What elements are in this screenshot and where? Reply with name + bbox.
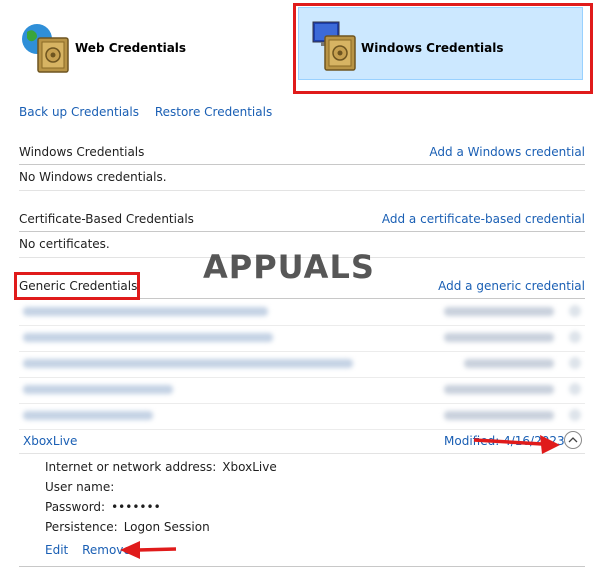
red-arrow-icon (120, 541, 177, 559)
username-line: User name: (45, 480, 120, 494)
windows-credentials-empty: No Windows credentials. (19, 166, 585, 191)
password-value: ••••••• (111, 500, 161, 514)
credential-row-redacted[interactable] (19, 351, 585, 378)
tab-windows-credentials-label: Windows Credentials (361, 41, 504, 55)
empty-text: No Windows credentials. (19, 170, 167, 184)
section-certificate-credentials: Certificate-Based Credentials Add a cert… (19, 209, 585, 232)
address-value: XboxLive (222, 460, 277, 474)
credential-row-redacted[interactable] (19, 299, 585, 326)
section-generic-credentials: Generic Credentials Add a generic creden… (19, 276, 585, 299)
section-title: Certificate-Based Credentials (19, 212, 194, 226)
monitor-vault-icon (312, 21, 356, 71)
add-windows-credential-link[interactable]: Add a Windows credential (429, 145, 585, 159)
add-generic-credential-link[interactable]: Add a generic credential (438, 279, 585, 293)
credential-row-redacted[interactable] (19, 403, 585, 430)
collapse-button[interactable] (564, 431, 582, 449)
section-windows-credentials: Windows Credentials Add a Windows creden… (19, 142, 585, 165)
section-title: Windows Credentials (19, 145, 145, 159)
credential-row-redacted[interactable] (19, 325, 585, 352)
tab-windows-credentials[interactable]: Windows Credentials (298, 7, 583, 80)
tab-web-credentials-label: Web Credentials (75, 41, 187, 55)
edit-link[interactable]: Edit (45, 543, 68, 557)
chevron-up-icon (568, 437, 578, 443)
section-title: Generic Credentials (19, 279, 138, 293)
persistence-label: Persistence: (45, 520, 118, 534)
username-label: User name: (45, 480, 115, 494)
restore-credentials-link[interactable]: Restore Credentials (155, 105, 272, 119)
add-certificate-credential-link[interactable]: Add a certificate-based credential (382, 212, 585, 226)
credential-row-redacted[interactable] (19, 377, 585, 404)
persistence-value: Logon Session (123, 520, 210, 534)
backup-restore-links: Back up Credentials Restore Credentials (19, 105, 284, 119)
tab-web-credentials[interactable]: Web Credentials (18, 18, 268, 80)
backup-credentials-link[interactable]: Back up Credentials (19, 105, 139, 119)
persistence-line: Persistence: Logon Session (45, 520, 210, 534)
empty-text: No certificates. (19, 237, 110, 251)
password-label: Password: (45, 500, 106, 514)
credential-name: XboxLive (23, 434, 78, 448)
password-line: Password: ••••••• (45, 500, 161, 514)
globe-vault-icon (22, 24, 69, 73)
address-label: Internet or network address: (45, 460, 217, 474)
address-line: Internet or network address: XboxLive (45, 460, 277, 474)
red-arrow-icon (473, 435, 560, 454)
